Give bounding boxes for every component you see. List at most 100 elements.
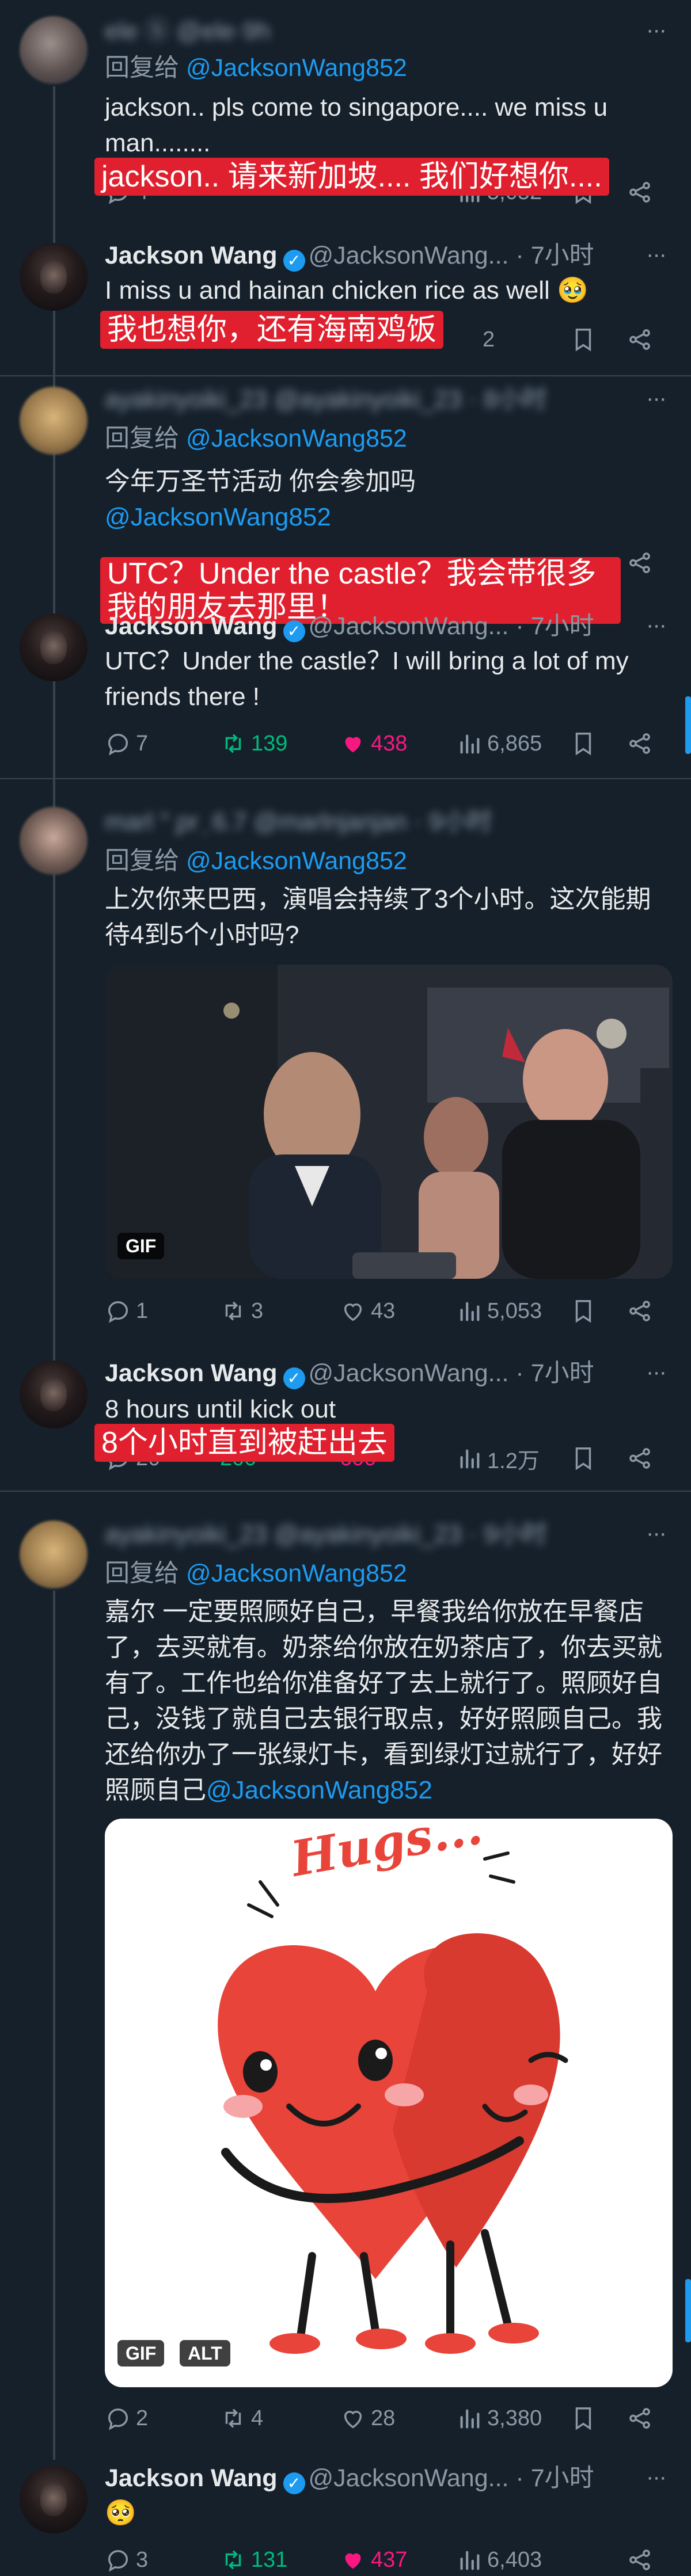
author-name[interactable]: Jackson Wang bbox=[105, 2464, 278, 2492]
more-options-icon[interactable]: ··· bbox=[646, 612, 667, 638]
avatar[interactable] bbox=[20, 807, 88, 875]
scroll-indicator[interactable] bbox=[685, 2279, 691, 2342]
author-handle[interactable]: @ayakinyoiki_23 · 9小时 bbox=[274, 1521, 547, 1548]
gif-media[interactable]: GIF bbox=[105, 965, 673, 1279]
retweet-button[interactable]: 139 bbox=[220, 727, 287, 760]
verified-badge-icon: ✓ bbox=[283, 620, 305, 642]
share-button[interactable] bbox=[627, 1442, 658, 1474]
mention-link[interactable]: @JacksonWang852 bbox=[186, 1560, 407, 1587]
bookmark-button[interactable] bbox=[570, 727, 601, 760]
more-options-icon[interactable]: ··· bbox=[646, 242, 667, 268]
like-button[interactable]: 437 bbox=[340, 2544, 407, 2576]
bookmark-button[interactable] bbox=[570, 1442, 601, 1474]
verified-badge-icon: ✓ bbox=[283, 1367, 305, 1389]
share-button[interactable] bbox=[627, 547, 658, 579]
timestamp[interactable]: · 7小时 bbox=[515, 242, 594, 269]
share-button[interactable] bbox=[627, 727, 658, 760]
timeline: ele ⓑ @ele·9h ··· 回复给 @JacksonWang852 ja… bbox=[0, 0, 691, 2572]
views-button[interactable]: 1.2万 bbox=[456, 1442, 540, 1474]
gif-media[interactable]: Hugs... GIF ALT bbox=[105, 1819, 673, 2387]
like-button[interactable]: 438 bbox=[340, 727, 407, 760]
more-options-icon[interactable]: ··· bbox=[646, 386, 667, 411]
mention-link[interactable]: @JacksonWang852 bbox=[105, 500, 675, 535]
timestamp[interactable]: · 7小时 bbox=[515, 2464, 594, 2492]
reply-button[interactable]: 2 bbox=[105, 2402, 148, 2434]
avatar[interactable] bbox=[20, 16, 88, 84]
tweet-header: Jackson Wang ✓ @JacksonWang... · 7小时 bbox=[105, 241, 594, 272]
share-button[interactable] bbox=[627, 1295, 658, 1327]
like-button[interactable]: 28 bbox=[340, 2402, 395, 2434]
tweet-text: jackson.. pls come to singapore.... we m… bbox=[105, 93, 608, 157]
share-button[interactable] bbox=[627, 2544, 658, 2576]
author-handle[interactable]: @JacksonWang... bbox=[309, 612, 509, 640]
timestamp[interactable]: · 7小时 bbox=[515, 612, 594, 640]
more-options-icon[interactable]: ··· bbox=[646, 2464, 667, 2490]
more-options-icon[interactable]: ··· bbox=[646, 1521, 667, 1546]
share-button[interactable] bbox=[627, 323, 658, 356]
author-name[interactable]: ayakinyoiki_23 bbox=[105, 386, 267, 413]
heart-filled-icon bbox=[345, 737, 361, 753]
tweet-header: Jackson Wang ✓ @JacksonWang... · 7小时 bbox=[105, 611, 594, 642]
author-handle[interactable]: @ele·9h bbox=[176, 17, 270, 45]
more-options-icon[interactable]: ··· bbox=[646, 17, 667, 43]
reply-button[interactable]: 1 bbox=[105, 1295, 148, 1327]
reply-count: 7 bbox=[136, 731, 149, 756]
author-name[interactable]: ayakinyoiki_23 bbox=[105, 1521, 267, 1548]
bookmark-button[interactable] bbox=[570, 1295, 601, 1327]
more-options-icon[interactable]: ··· bbox=[646, 1359, 667, 1385]
mention-link[interactable]: @JacksonWang852 bbox=[186, 847, 407, 875]
bookmark-button[interactable] bbox=[570, 2402, 601, 2434]
replying-to: 回复给 @JacksonWang852 bbox=[105, 425, 407, 452]
author-handle[interactable]: @ayakinyoiki_23 · 8小时 bbox=[274, 386, 547, 413]
retweet-button[interactable]: 131 bbox=[220, 2544, 287, 2576]
author-handle[interactable]: @JacksonWang... bbox=[309, 1359, 509, 1387]
views-icon bbox=[460, 2409, 480, 2429]
mention-link[interactable]: @JacksonWang852 bbox=[186, 54, 407, 82]
retweet-icon bbox=[225, 1301, 241, 1321]
views-button[interactable]: 5,053 bbox=[456, 1295, 542, 1327]
mention-link[interactable]: @JacksonWang852 bbox=[186, 425, 407, 452]
tweet-actions: 3 131 437 6,403 bbox=[105, 2544, 675, 2576]
gif-badge[interactable]: GIF bbox=[117, 1233, 165, 1259]
reply-button[interactable]: 7 bbox=[105, 727, 148, 760]
author-name[interactable]: ele ⓑ bbox=[105, 17, 169, 45]
divider bbox=[0, 375, 691, 376]
timestamp[interactable]: · 7小时 bbox=[515, 1359, 594, 1387]
author-name[interactable]: Jackson Wang bbox=[105, 1359, 278, 1387]
share-button[interactable] bbox=[627, 176, 658, 208]
mention-link[interactable]: @JacksonWang852 bbox=[206, 1776, 432, 1804]
views-button[interactable]: 6,865 bbox=[456, 727, 542, 760]
tweet-header: ele ⓑ @ele·9h bbox=[105, 16, 270, 46]
avatar[interactable] bbox=[20, 243, 88, 311]
avatar[interactable] bbox=[20, 1361, 88, 1428]
subtitle-overlay: 8个小时直到被赶出去 bbox=[94, 1424, 394, 1462]
bookmark-icon bbox=[575, 2407, 591, 2430]
views-button[interactable]: 6,403 bbox=[456, 2544, 542, 2576]
share-button[interactable] bbox=[627, 2402, 658, 2434]
author-name[interactable]: marl ° ̗pr ̗ 6.7 bbox=[105, 808, 247, 836]
views-button[interactable]: 3,380 bbox=[456, 2402, 542, 2434]
views-button[interactable]: 2 bbox=[483, 323, 495, 356]
reply-button[interactable]: 3 bbox=[105, 2544, 148, 2576]
alt-badge[interactable]: ALT bbox=[180, 2340, 230, 2367]
avatar[interactable] bbox=[20, 613, 88, 681]
retweet-button[interactable]: 3 bbox=[220, 1295, 263, 1327]
author-handle[interactable]: @JacksonWang... bbox=[309, 2464, 509, 2492]
gif-badge[interactable]: GIF bbox=[117, 2340, 165, 2367]
avatar[interactable] bbox=[20, 387, 88, 455]
like-count: 28 bbox=[371, 2406, 396, 2430]
retweet-icon bbox=[225, 2409, 241, 2428]
scroll-indicator[interactable] bbox=[685, 696, 691, 754]
author-name[interactable]: Jackson Wang bbox=[105, 242, 278, 269]
tweet-text: 上次你来巴西，演唱会持续了3个小时。这次能期待4到5个小时吗? bbox=[105, 885, 651, 949]
author-handle[interactable]: @marlnjanjan · 9小时 bbox=[254, 808, 492, 836]
views-count: 5,053 bbox=[487, 1298, 542, 1323]
author-name[interactable]: Jackson Wang bbox=[105, 612, 278, 640]
avatar[interactable] bbox=[20, 2466, 88, 2533]
bookmark-button[interactable] bbox=[570, 323, 601, 356]
like-button[interactable]: 43 bbox=[340, 1295, 395, 1327]
bookmark-icon bbox=[575, 1447, 591, 1470]
retweet-button[interactable]: 4 bbox=[220, 2402, 263, 2434]
author-handle[interactable]: @JacksonWang... bbox=[309, 242, 509, 269]
avatar[interactable] bbox=[20, 1521, 88, 1588]
